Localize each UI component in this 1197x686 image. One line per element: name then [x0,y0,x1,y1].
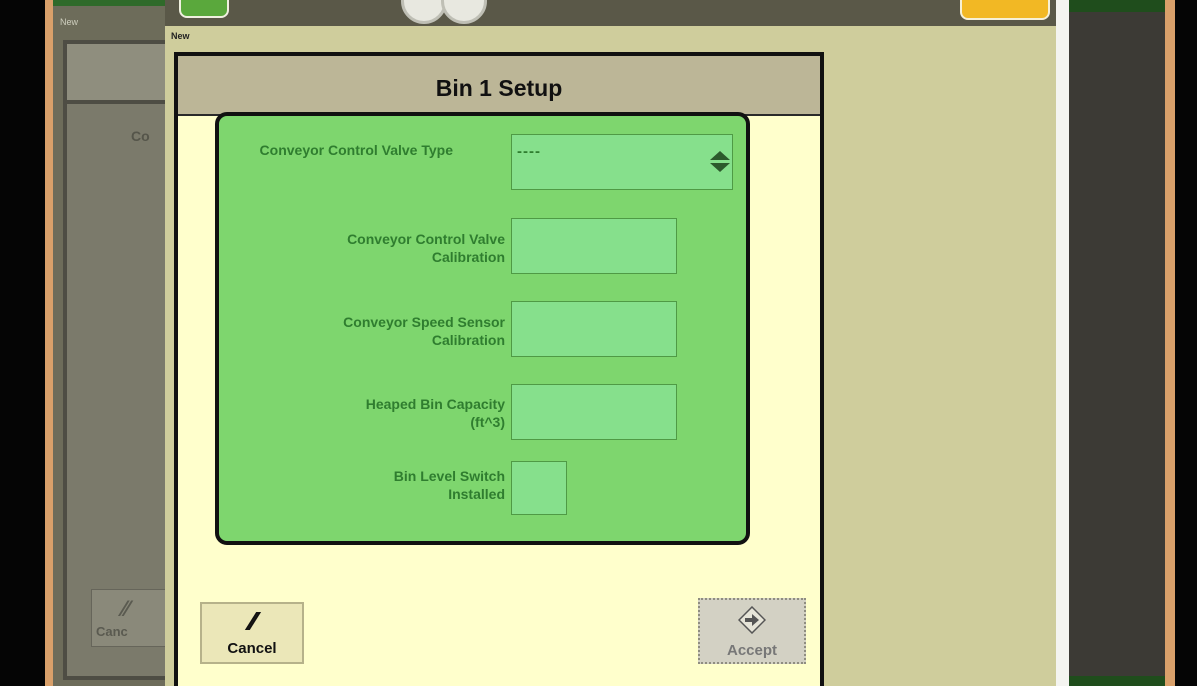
cancel-slash-icon: ⁄⁄ [249,606,257,636]
right-bezel [1175,0,1197,686]
right-divider [1056,0,1069,686]
background-partial-label: Co [131,128,150,144]
background-dialog: Co ⁄⁄ Canc [63,40,171,680]
page-new-label: New [171,31,190,41]
dialog-title: Bin 1 Setup [435,75,563,101]
accept-arrow-icon [738,606,766,634]
heaped-bin-capacity-label: Heaped Bin Capacity (ft^3) [365,396,505,430]
background-page: New Co ⁄⁄ Canc [53,0,171,686]
cancel-label: Cancel [227,640,277,657]
conveyor-valve-type-label: Conveyor Control Valve Type [259,142,453,158]
accept-button[interactable]: Accept [698,598,806,664]
background-topbar [53,0,165,6]
right-bottombar [1069,676,1165,686]
cancel-button[interactable]: ⁄⁄ Cancel [200,602,304,664]
top-yellow-button[interactable] [960,0,1050,20]
background-new-label: New [60,17,79,27]
dialog-header: Bin 1 Setup [178,56,820,116]
right-background-page [1069,0,1165,686]
top-round-button-2[interactable] [441,0,487,24]
bin-setup-dialog: Bin 1 Setup Conveyor Control Valve Type … [174,52,824,686]
conveyor-valve-type-value: ---- [517,143,541,160]
accept-label: Accept [726,642,778,659]
background-cancel-label: Canc [96,624,128,639]
bin-level-switch-checkbox[interactable] [511,461,567,515]
conveyor-speed-sensor-calibration-label: Conveyor Speed Sensor Calibration [343,314,505,348]
top-green-button[interactable] [179,0,229,18]
conveyor-speed-sensor-calibration-input[interactable] [511,301,677,357]
left-bezel [0,0,45,686]
right-topbar [1069,0,1165,12]
top-toolbar [165,0,1056,26]
up-down-spinner-icon[interactable] [710,151,730,173]
conveyor-valve-type-dropdown[interactable]: ---- [511,134,733,190]
conveyor-valve-calibration-label: Conveyor Control Valve Calibration [347,231,505,265]
background-cancel-icon: ⁄⁄ [122,596,130,621]
background-cancel-button: ⁄⁄ Canc [91,589,171,647]
conveyor-valve-calibration-input[interactable] [511,218,677,274]
background-dialog-header [67,44,169,104]
left-accent-strip [45,0,53,686]
top-round-button-1[interactable] [401,0,447,24]
right-accent-strip [1165,0,1175,686]
heaped-bin-capacity-input[interactable] [511,384,677,440]
bin-level-switch-label: Bin Level Switch Installed [393,468,505,502]
main-screen: New Bin 1 Setup Conveyor Control Valve T… [165,0,1056,686]
